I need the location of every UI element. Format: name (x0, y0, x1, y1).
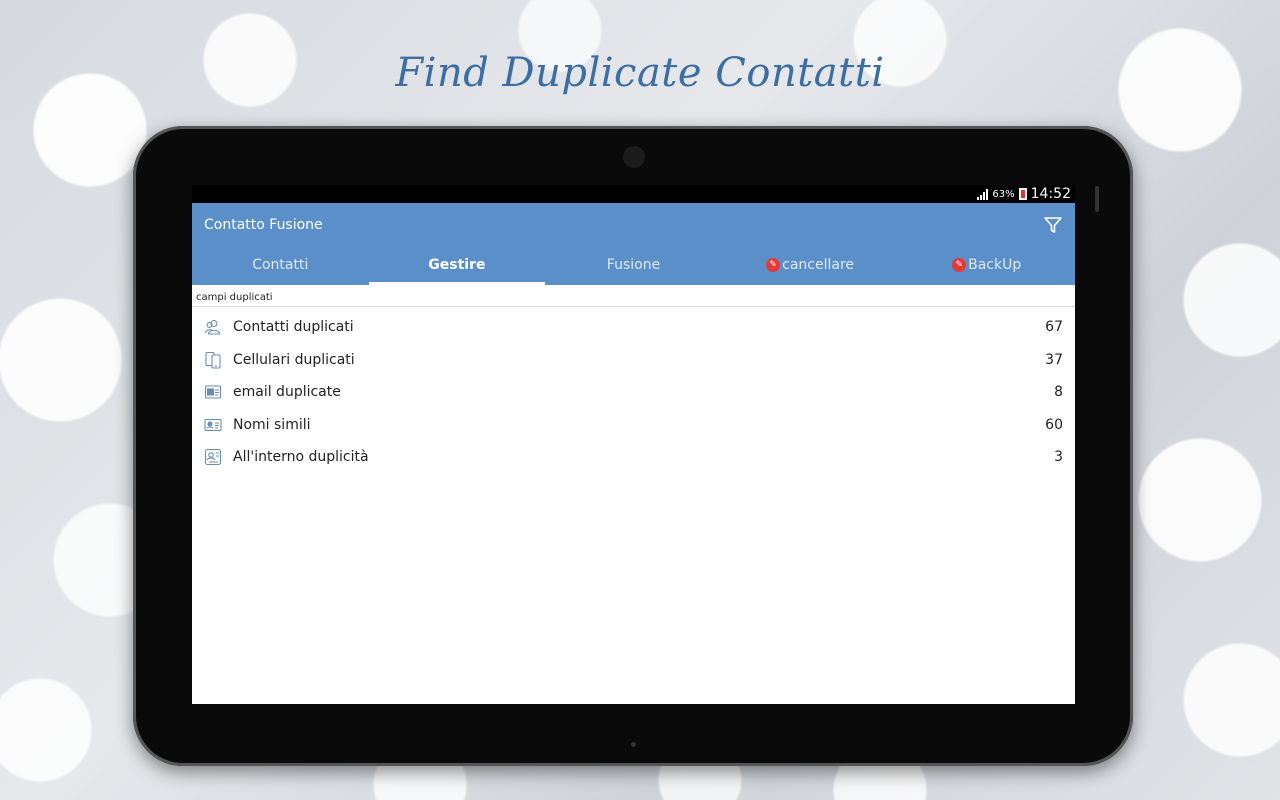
list-item-contatti-duplicati[interactable]: Contatti duplicati 67 (192, 311, 1075, 344)
list-item-count: 67 (1045, 319, 1063, 336)
tablet-sensor-dot (631, 742, 636, 747)
front-camera (623, 146, 645, 168)
device-screen: 63% 14:52 Contatto Fusione Contatti Gest… (192, 185, 1075, 704)
pro-badge-icon: ✎ (766, 258, 781, 272)
tab-backup[interactable]: ✎ BackUp (898, 245, 1075, 285)
id-card-icon (204, 416, 222, 434)
tablet-frame: 63% 14:52 Contatto Fusione Contatti Gest… (133, 126, 1133, 766)
internal-duplicate-icon (204, 448, 222, 466)
tab-label: Contatti (252, 257, 309, 273)
tab-label: Gestire (428, 257, 486, 273)
list-item-label: Cellulari duplicati (233, 351, 355, 368)
contacts-icon (204, 318, 222, 336)
tab-cancellare[interactable]: ✎ cancellare (722, 245, 899, 285)
status-bar: 63% 14:52 (192, 185, 1075, 203)
battery-icon (1018, 188, 1027, 200)
list-item-cellulari-duplicati[interactable]: Cellulari duplicati 37 (192, 344, 1075, 377)
list-item-label: Nomi simili (233, 416, 311, 433)
tablet-side-button (1095, 186, 1099, 212)
page-headline: Find Duplicate Contatti (395, 50, 885, 96)
app-bar: Contatto Fusione Contatti Gestire Fusion… (192, 203, 1075, 285)
duplicate-fields-list: Contatti duplicati 67 Cellulari duplicat… (192, 307, 1075, 474)
tab-label: Fusione (606, 257, 661, 273)
list-item-count: 3 (1054, 449, 1063, 466)
signal-icon (977, 188, 989, 200)
pro-badge-icon: ✎ (952, 258, 967, 272)
tab-fusione[interactable]: Fusione (545, 245, 722, 285)
list-item-label: Contatti duplicati (233, 319, 354, 336)
list-item-interno-duplicita[interactable]: All'interno duplicità 3 (192, 441, 1075, 474)
list-item-label: email duplicate (233, 384, 341, 401)
email-icon (204, 383, 222, 401)
list-item-label: All'interno duplicità (233, 449, 369, 466)
section-header: campi duplicati (192, 285, 1075, 307)
app-title: Contatto Fusione (204, 217, 323, 233)
list-item-nomi-simili[interactable]: Nomi simili 60 (192, 409, 1075, 442)
list-item-count: 8 (1054, 384, 1063, 401)
filter-icon[interactable] (1043, 215, 1063, 235)
tab-label: BackUp (968, 257, 1022, 273)
status-time: 14:52 (1030, 186, 1071, 202)
battery-percent: 63% (992, 188, 1015, 200)
tab-bar: Contatti Gestire Fusione ✎ cancellare ✎ … (192, 245, 1075, 285)
tab-contatti[interactable]: Contatti (192, 245, 369, 285)
list-item-count: 60 (1045, 416, 1063, 433)
tab-label: cancellare (782, 257, 855, 273)
tab-gestire[interactable]: Gestire (368, 245, 546, 285)
phones-icon (204, 351, 222, 369)
list-item-email-duplicate[interactable]: email duplicate 8 (192, 376, 1075, 409)
list-item-count: 37 (1045, 351, 1063, 368)
